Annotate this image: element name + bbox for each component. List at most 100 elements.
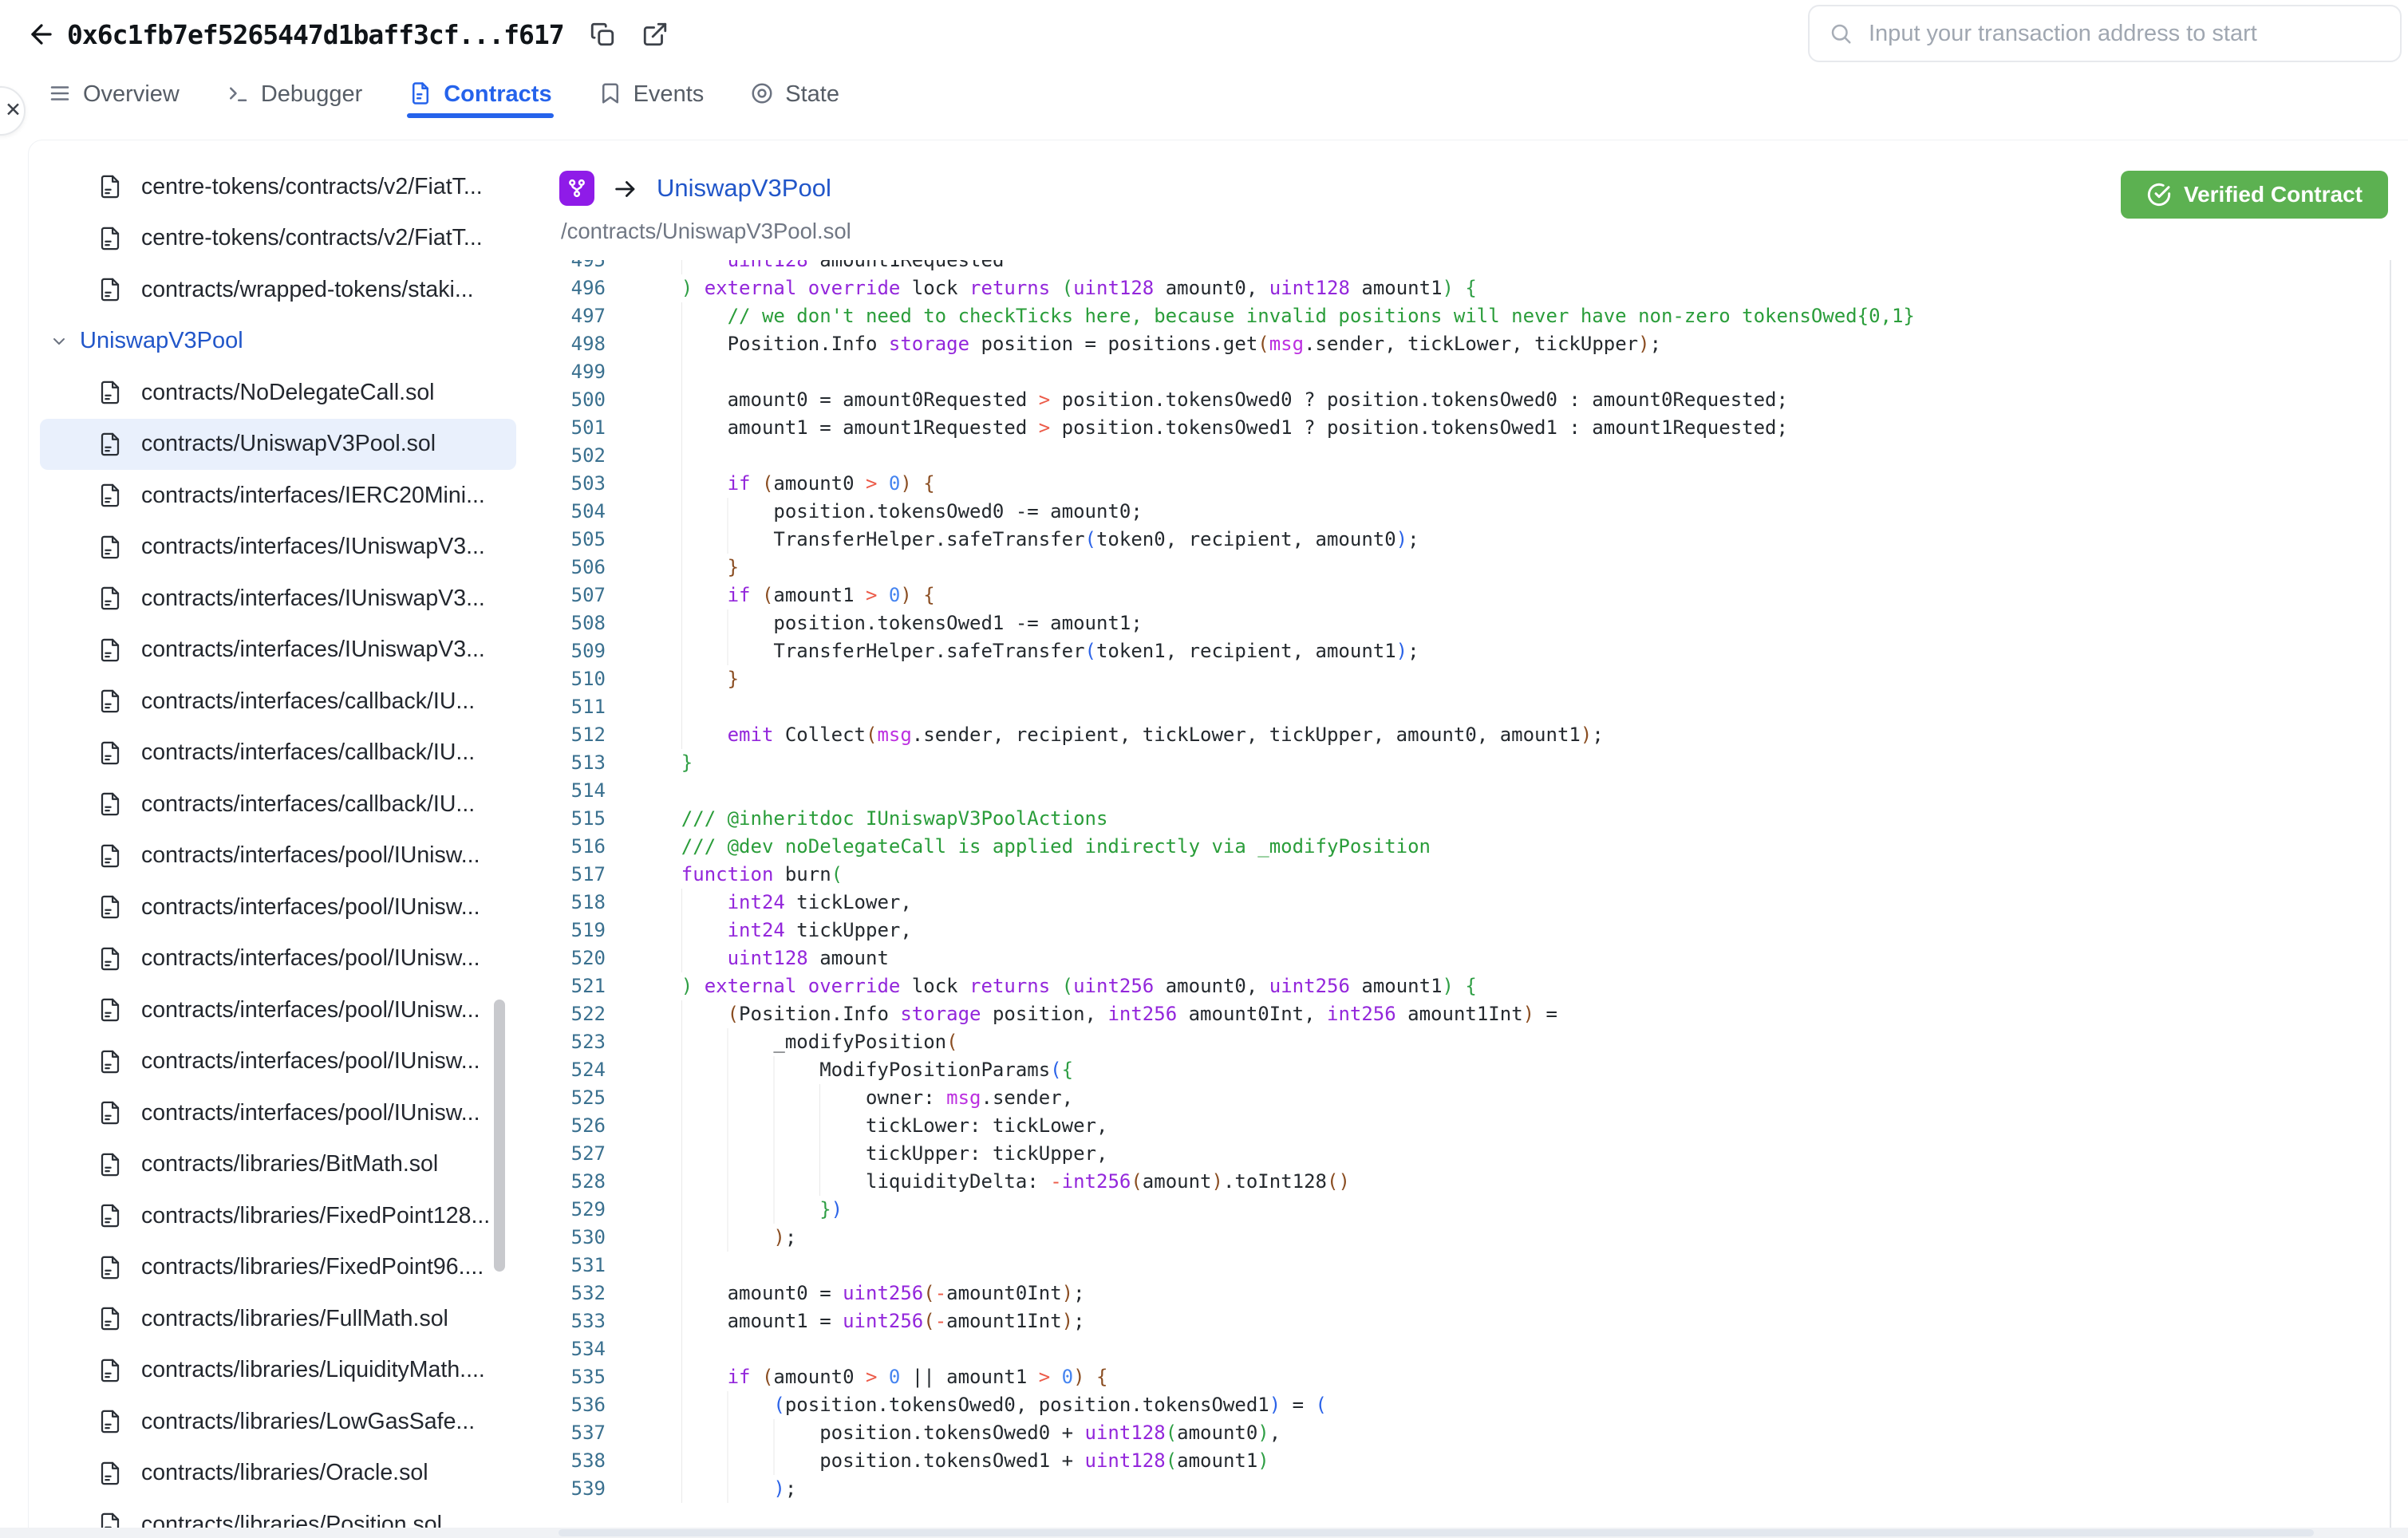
line-number[interactable]: 531 [527,1252,606,1280]
line-number[interactable]: 519 [527,917,606,944]
sidebar-file-item[interactable]: contracts/interfaces/callback/IU... [40,728,516,779]
sidebar-file-item[interactable]: contracts/interfaces/IERC20Mini... [40,470,516,522]
transaction-search-box[interactable] [1808,5,2402,62]
sidebar-file-item[interactable]: contracts/libraries/LowGasSafe... [40,1396,516,1448]
line-number[interactable]: 538 [527,1447,606,1475]
sidebar-file-item[interactable]: contracts/interfaces/callback/IU... [40,676,516,728]
code-token: amount [807,947,889,969]
sidebar-file-item[interactable]: contracts/interfaces/callback/IU... [40,779,516,830]
sidebar-file-item[interactable]: contracts/interfaces/pool/IUnisw... [40,1087,516,1139]
sidebar-file-item[interactable]: contracts/interfaces/pool/IUnisw... [40,933,516,985]
line-number[interactable]: 525 [527,1084,606,1112]
line-number[interactable]: 508 [527,609,606,637]
line-number[interactable]: 534 [527,1335,606,1363]
tab-debugger[interactable]: Debugger [226,69,362,118]
line-number[interactable]: 529 [527,1196,606,1224]
code-token: ) [1257,1449,1269,1472]
line-number[interactable]: 522 [527,1000,606,1028]
sidebar-file-item[interactable]: contracts/NoDelegateCall.sol [40,367,516,419]
line-number[interactable]: 514 [527,777,606,805]
line-number[interactable]: 537 [527,1419,606,1447]
line-number[interactable]: 515 [527,805,606,833]
line-number[interactable]: 501 [527,414,606,442]
verified-contract-badge[interactable]: Verified Contract [2120,171,2388,219]
sidebar-file-item[interactable]: contracts/libraries/FixedPoint96.... [40,1242,516,1294]
line-number[interactable]: 518 [527,889,606,917]
line-number[interactable]: 509 [527,637,606,665]
line-number[interactable]: 536 [527,1391,606,1419]
line-number[interactable]: 535 [527,1363,606,1391]
line-number[interactable]: 495 [527,260,606,274]
line-number[interactable]: 497 [527,302,606,330]
search-input[interactable] [1867,19,2400,48]
code-token: ; [1073,1310,1085,1332]
sidebar-file-item[interactable]: contracts/libraries/FullMath.sol [40,1293,516,1345]
line-number[interactable]: 533 [527,1307,606,1335]
line-number[interactable]: 523 [527,1028,606,1056]
tab-contracts[interactable]: Contracts [407,69,554,118]
line-number[interactable]: 507 [527,582,606,609]
sidebar-file-item[interactable]: contracts/interfaces/pool/IUnisw... [40,984,516,1036]
line-number[interactable]: 539 [527,1475,606,1503]
back-button[interactable] [24,17,59,52]
code-token: ) [1638,333,1650,355]
sidebar-file-item[interactable]: contracts/libraries/FixedPoint128... [40,1190,516,1242]
tab-overview[interactable]: Overview [48,69,180,118]
line-number[interactable]: 528 [527,1168,606,1196]
contract-name-link[interactable]: UniswapV3Pool [657,174,831,203]
line-number[interactable]: 503 [527,470,606,498]
line-number[interactable]: 527 [527,1140,606,1168]
chevron-down-icon[interactable] [49,332,69,351]
line-number[interactable]: 520 [527,944,606,972]
line-number[interactable]: 506 [527,554,606,582]
line-number[interactable]: 502 [527,442,606,470]
line-number[interactable]: 496 [527,274,606,302]
file-sidebar: centre-tokens/contracts/v2/FiatT... centr… [29,140,527,1538]
sidebar-file-item[interactable]: contracts/libraries/Oracle.sol [40,1448,516,1500]
sidebar-file-item[interactable]: centre-tokens/contracts/v2/FiatT... [40,213,516,265]
tab-state[interactable]: State [750,69,839,118]
sidebar-file-item[interactable]: contracts/libraries/LiquidityMath.... [40,1345,516,1397]
line-number[interactable]: 511 [527,693,606,721]
sidebar-file-item[interactable]: contracts/libraries/BitMath.sol [40,1139,516,1191]
line-number[interactable]: 532 [527,1280,606,1307]
sidebar-file-item[interactable]: contracts/interfaces/IUniswapV3... [40,573,516,625]
sidebar-scrollbar[interactable] [494,1000,505,1272]
copy-icon[interactable] [586,18,618,50]
code-token: .toInt128 [1222,1170,1327,1193]
code-line: 521) external override lock returns (uin… [527,972,2390,1000]
sidebar-file-item[interactable]: contracts/UniswapV3Pool.sol [40,418,516,470]
line-number[interactable]: 530 [527,1224,606,1252]
code-token: token1, recipient, amount1 [1095,640,1396,662]
sidebar-file-item[interactable]: contracts/interfaces/IUniswapV3... [40,522,516,574]
sidebar-file-item[interactable]: contracts/interfaces/IUniswapV3... [40,625,516,676]
sidebar-group-uniswapv3pool[interactable]: UniswapV3Pool [29,316,527,368]
code-token: position.tokensOwed0, position.tokensOwe… [784,1394,1269,1416]
line-number[interactable]: 524 [527,1056,606,1084]
check-circle-icon [2147,183,2171,207]
line-number[interactable]: 510 [527,665,606,693]
line-number[interactable]: 504 [527,498,606,526]
tab-events[interactable]: Events [598,69,704,118]
line-number[interactable]: 512 [527,721,606,749]
line-number[interactable]: 498 [527,330,606,358]
external-link-icon[interactable] [639,18,671,50]
line-number[interactable]: 526 [527,1112,606,1140]
horizontal-scrollbar-thumb[interactable] [559,1529,2314,1536]
file-doc-icon [100,638,120,662]
sidebar-collapse-handle[interactable]: ✕ [0,86,26,136]
source-code-view[interactable]: 495 uint128 amount1Requested 496) external… [527,260,2390,1527]
line-number[interactable]: 500 [527,386,606,414]
line-number[interactable]: 516 [527,833,606,861]
code-token: ) [1211,1170,1223,1193]
sidebar-file-item[interactable]: contracts/interfaces/pool/IUnisw... [40,830,516,882]
line-number[interactable]: 521 [527,972,606,1000]
line-number[interactable]: 513 [527,749,606,777]
sidebar-file-item[interactable]: contracts/wrapped-tokens/staki... [40,264,516,316]
line-number[interactable]: 517 [527,861,606,889]
sidebar-file-item[interactable]: contracts/interfaces/pool/IUnisw... [40,881,516,933]
line-number[interactable]: 505 [527,526,606,554]
line-number[interactable]: 499 [527,358,606,386]
sidebar-file-item[interactable]: centre-tokens/contracts/v2/FiatT... [40,161,516,213]
sidebar-file-item[interactable]: contracts/interfaces/pool/IUnisw... [40,1036,516,1088]
